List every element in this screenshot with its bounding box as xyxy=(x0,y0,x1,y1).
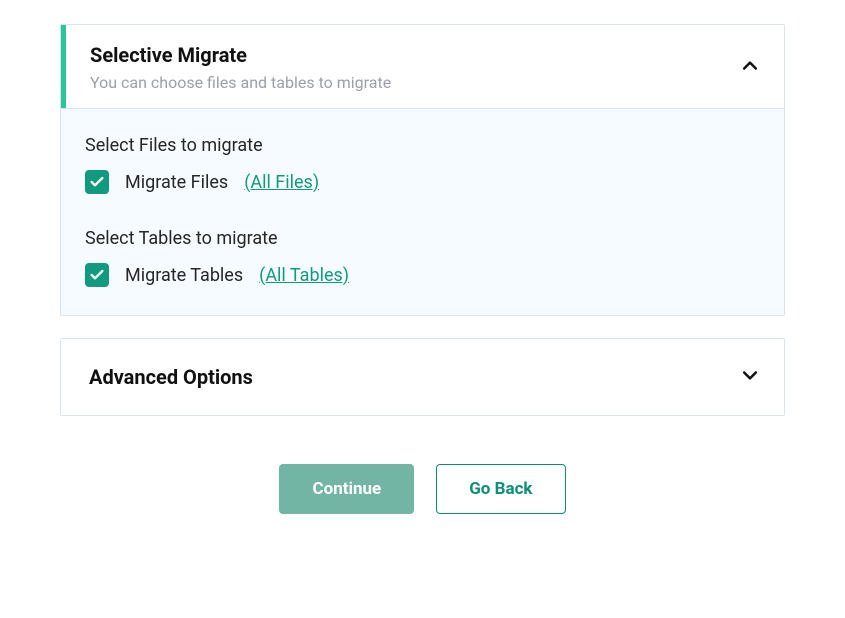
chevron-down-icon xyxy=(740,365,760,389)
chevron-up-icon xyxy=(740,56,760,80)
files-section: Select Files to migrate Migrate Files (A… xyxy=(85,135,760,194)
migrate-tables-checkbox[interactable] xyxy=(85,263,109,287)
selective-migrate-body: Select Files to migrate Migrate Files (A… xyxy=(61,108,784,315)
all-tables-link[interactable]: (All Tables) xyxy=(259,265,349,286)
check-icon xyxy=(89,267,105,283)
check-icon xyxy=(89,174,105,190)
migrate-tables-label: Migrate Tables xyxy=(125,265,243,286)
all-files-link[interactable]: (All Files) xyxy=(244,172,319,193)
files-section-label: Select Files to migrate xyxy=(85,135,760,156)
advanced-options-title: Advanced Options xyxy=(89,365,253,389)
go-back-button[interactable]: Go Back xyxy=(436,464,565,514)
button-row: Continue Go Back xyxy=(60,464,785,514)
advanced-options-header[interactable]: Advanced Options xyxy=(61,339,784,415)
selective-migrate-panel: Selective Migrate You can choose files a… xyxy=(60,24,785,316)
migrate-files-label: Migrate Files xyxy=(125,172,228,193)
advanced-options-panel: Advanced Options xyxy=(60,338,785,416)
selective-migrate-header-text: Selective Migrate You can choose files a… xyxy=(90,43,391,92)
continue-button[interactable]: Continue xyxy=(279,464,414,514)
migrate-files-row: Migrate Files (All Files) xyxy=(85,170,760,194)
tables-section: Select Tables to migrate Migrate Tables … xyxy=(85,228,760,287)
selective-migrate-header[interactable]: Selective Migrate You can choose files a… xyxy=(61,25,784,108)
tables-section-label: Select Tables to migrate xyxy=(85,228,760,249)
selective-migrate-subtitle: You can choose files and tables to migra… xyxy=(90,73,391,92)
migrate-files-checkbox[interactable] xyxy=(85,170,109,194)
selective-migrate-title: Selective Migrate xyxy=(90,43,391,67)
migrate-tables-row: Migrate Tables (All Tables) xyxy=(85,263,760,287)
